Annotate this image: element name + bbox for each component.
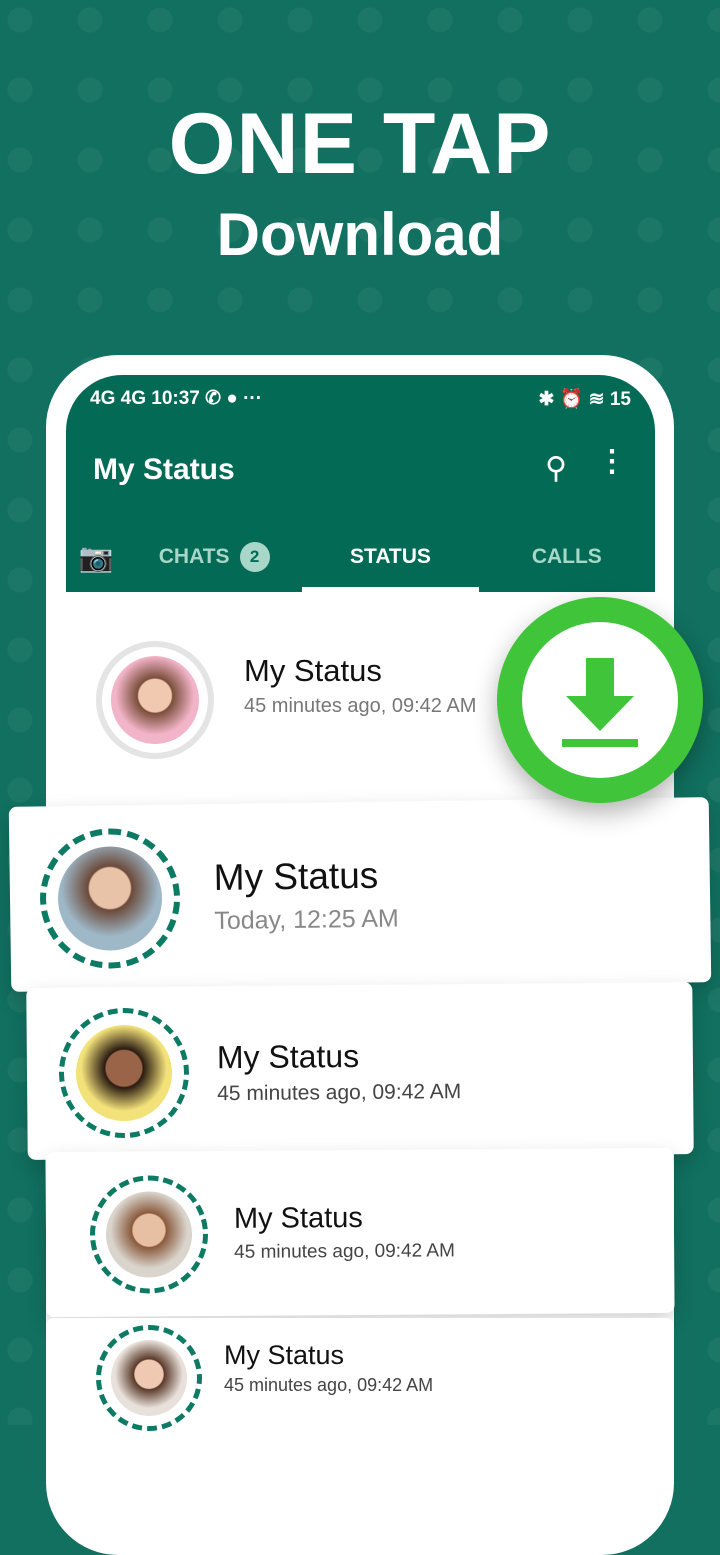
status-time: 45 minutes ago, 09:42 AM bbox=[217, 1079, 462, 1105]
tab-calls[interactable]: CALLS bbox=[479, 522, 655, 592]
tab-label: CALLS bbox=[531, 545, 602, 568]
search-icon[interactable]: ⚲ bbox=[545, 451, 567, 486]
status-name: My Status bbox=[213, 854, 379, 899]
avatar bbox=[58, 1007, 190, 1139]
avatar bbox=[96, 641, 214, 759]
status-name: My Status bbox=[233, 1201, 363, 1235]
status-name: My Status bbox=[224, 1340, 345, 1370]
status-right: ✱ ⏰ ≋ 15 bbox=[538, 389, 631, 410]
status-item[interactable]: My Status 45 minutes ago, 09:42 AM bbox=[26, 982, 694, 1160]
avatar bbox=[39, 827, 181, 969]
status-item[interactable]: My Status Today, 12:25 AM bbox=[8, 797, 712, 992]
status-item[interactable]: My Status 45 minutes ago, 09:42 AM bbox=[46, 1318, 674, 1438]
download-button[interactable] bbox=[497, 597, 703, 803]
tab-label: STATUS bbox=[350, 545, 431, 568]
status-time: 45 minutes ago, 09:42 AM bbox=[234, 1240, 455, 1263]
headline: ONE TAP bbox=[168, 96, 552, 192]
status-bar: 4G 4G 10:37 ✆ ● ··· ✱ ⏰ ≋ 15 bbox=[90, 387, 631, 411]
avatar bbox=[89, 1174, 209, 1294]
status-time: 45 minutes ago, 09:42 AM bbox=[244, 694, 477, 717]
unread-badge: 2 bbox=[239, 542, 270, 572]
app-bar: 4G 4G 10:37 ✆ ● ··· ✱ ⏰ ≋ 15 My Status ⚲ … bbox=[66, 375, 655, 592]
status-time: 45 minutes ago, 09:42 AM bbox=[224, 1375, 434, 1395]
more-options-icon[interactable]: ⋮ bbox=[597, 447, 627, 477]
status-name: My Status bbox=[244, 652, 382, 688]
status-time: Today, 12:25 AM bbox=[214, 904, 399, 936]
download-icon bbox=[562, 657, 638, 747]
app-title: My Status bbox=[93, 453, 235, 486]
avatar bbox=[96, 1325, 202, 1431]
tab-status[interactable]: STATUS bbox=[302, 522, 479, 592]
tab-chats[interactable]: CHATS 2 bbox=[126, 522, 302, 592]
camera-icon[interactable]: 📷 bbox=[66, 522, 126, 592]
status-item[interactable]: My Status 45 minutes ago, 09:42 AM bbox=[45, 1147, 675, 1318]
status-left: 4G 4G 10:37 ✆ ● ··· bbox=[90, 388, 263, 409]
subheadline: Download bbox=[216, 201, 504, 268]
status-name: My Status bbox=[216, 1037, 360, 1075]
tab-label: CHATS bbox=[158, 545, 230, 568]
